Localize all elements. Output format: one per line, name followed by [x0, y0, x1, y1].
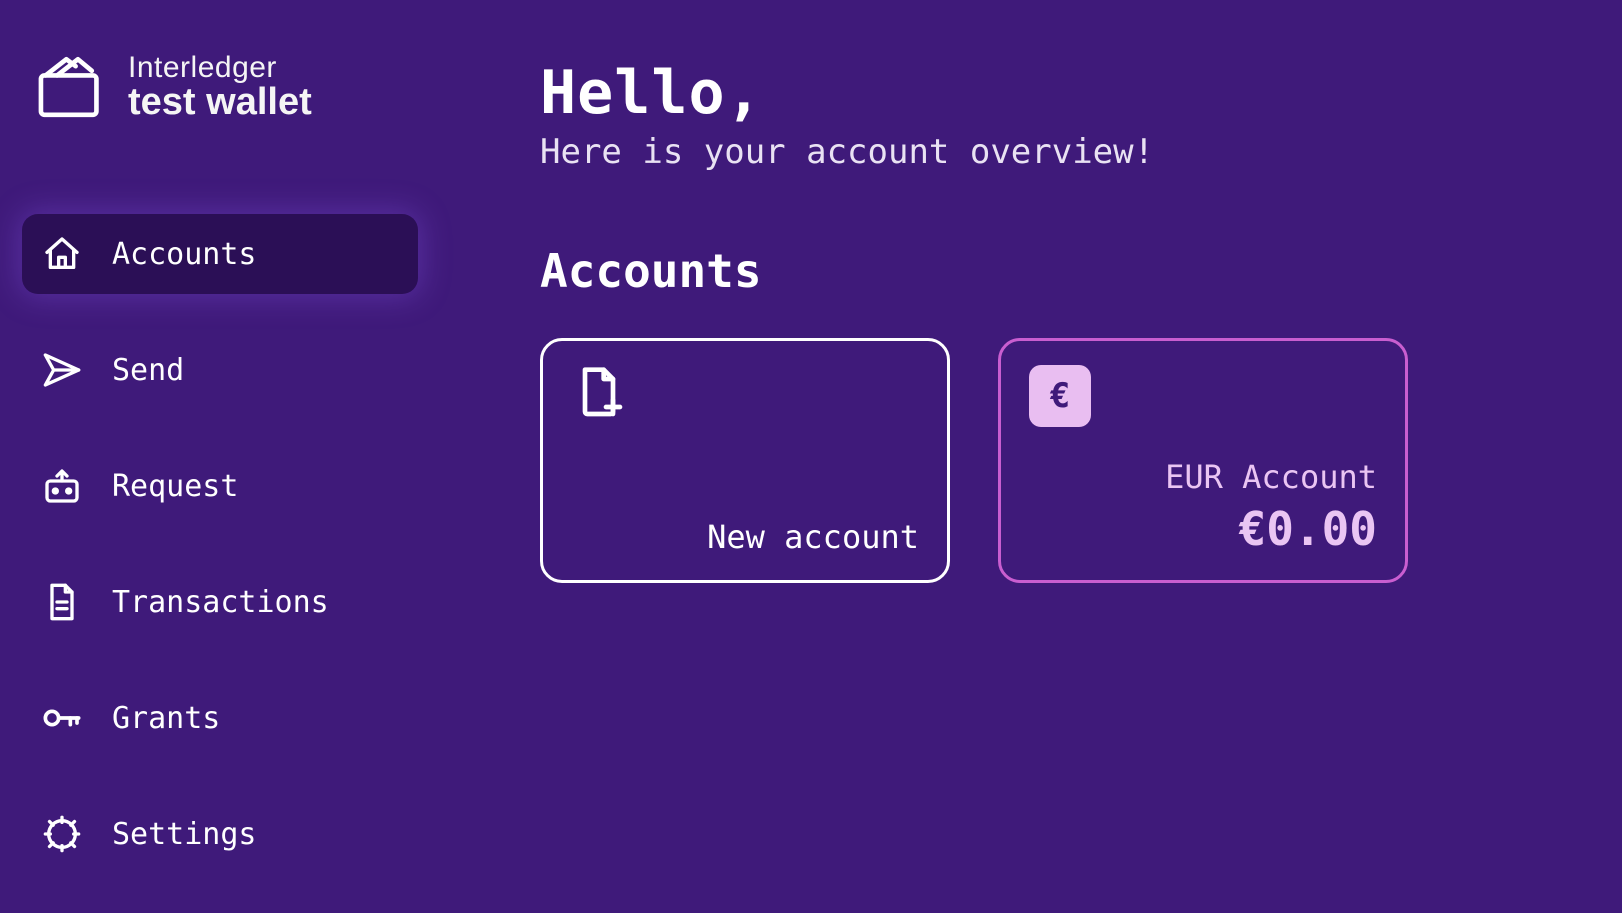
document-icon — [40, 580, 84, 624]
sidebar-item-label: Request — [112, 469, 238, 504]
gear-icon — [40, 812, 84, 856]
sidebar-item-send[interactable]: Send — [22, 330, 418, 410]
sidebar-item-transactions[interactable]: Transactions — [22, 562, 418, 642]
logo-line1: Interledger — [128, 51, 312, 85]
currency-symbol: € — [1050, 376, 1070, 416]
main-content: Hello, Here is your account overview! Ac… — [440, 0, 1622, 913]
sidebar-item-label: Send — [112, 353, 184, 388]
sidebar-item-settings[interactable]: Settings — [22, 794, 418, 874]
accounts-cards: New account € EUR Account €0.00 — [540, 338, 1582, 583]
new-account-label: New account — [571, 518, 919, 556]
sidebar-item-label: Transactions — [112, 585, 329, 620]
send-icon — [40, 348, 84, 392]
logo[interactable]: Interledger test wallet — [22, 50, 418, 124]
logo-line2: test wallet — [128, 81, 312, 124]
logo-text: Interledger test wallet — [128, 51, 312, 124]
sidebar-item-grants[interactable]: Grants — [22, 678, 418, 758]
new-account-card[interactable]: New account — [540, 338, 950, 583]
account-info: EUR Account €0.00 — [1029, 458, 1377, 556]
sidebar-item-accounts[interactable]: Accounts — [22, 214, 418, 294]
sidebar-item-label: Grants — [112, 701, 220, 736]
sidebar: Interledger test wallet Accounts S — [0, 0, 440, 913]
request-icon — [40, 464, 84, 508]
currency-badge: € — [1029, 365, 1091, 427]
new-file-icon — [571, 365, 627, 421]
sidebar-item-request[interactable]: Request — [22, 446, 418, 526]
nav: Accounts Send Request — [22, 214, 418, 874]
home-icon — [40, 232, 84, 276]
wallet-logo-icon — [34, 50, 108, 124]
account-name: EUR Account — [1029, 458, 1377, 496]
page-greeting: Hello, — [540, 58, 1582, 128]
account-balance: €0.00 — [1029, 502, 1377, 556]
sidebar-item-label: Settings — [112, 817, 257, 852]
page-subtitle: Here is your account overview! — [540, 132, 1582, 172]
section-title-accounts: Accounts — [540, 244, 1582, 298]
sidebar-item-label: Accounts — [112, 237, 257, 272]
account-card-eur[interactable]: € EUR Account €0.00 — [998, 338, 1408, 583]
key-icon — [40, 696, 84, 740]
